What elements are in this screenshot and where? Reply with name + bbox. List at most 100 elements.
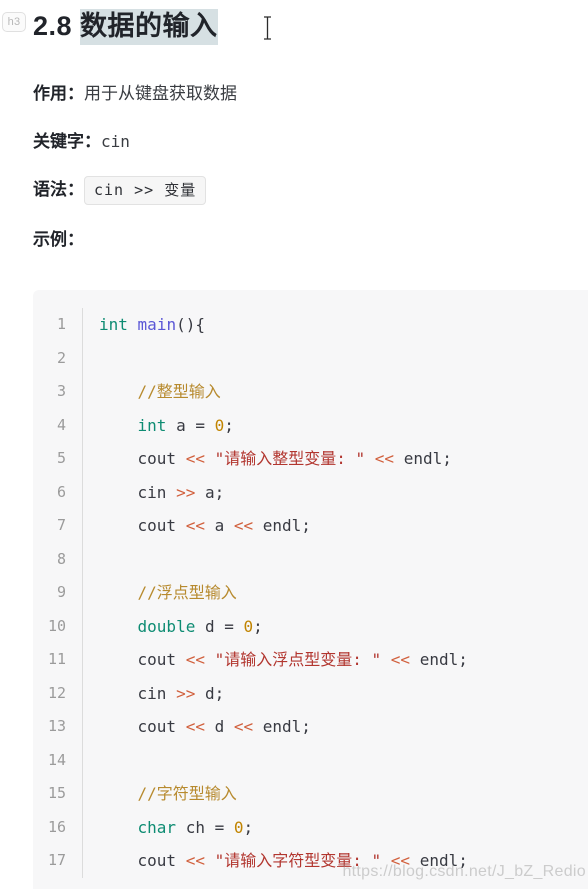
code-token: a xyxy=(204,516,234,535)
code-line-number: 5 xyxy=(56,449,66,467)
code-line: 3 //整型输入 xyxy=(33,375,588,409)
code-line-number: 10 xyxy=(47,616,66,635)
code-lines-container: 1 int main(){2 3 //整型输入 4 int a = 0; 5 cout… xyxy=(33,290,588,878)
paragraph-keyword-label: 关键字： xyxy=(33,132,101,151)
code-line-text[interactable]: //浮点型输入 xyxy=(82,576,588,610)
code-token: cout xyxy=(99,851,186,870)
code-token: endl; xyxy=(410,851,468,870)
code-line-number: 11 xyxy=(47,650,66,668)
code-block[interactable]: 1 int main(){2 3 //整型输入 4 int a = 0; 5 cout… xyxy=(33,290,588,889)
code-line: 5 cout << "请输入整型变量: " << endl; xyxy=(33,442,588,476)
code-token: 0 xyxy=(214,415,225,435)
code-token: //字符型输入 xyxy=(137,784,237,803)
code-token: ; xyxy=(253,616,263,636)
paragraph-purpose-value: 用于从键盘获取数据 xyxy=(84,84,237,103)
code-token: cout xyxy=(99,516,186,535)
page-title-number: 2.8 xyxy=(33,11,81,41)
code-line-text[interactable]: double d = 0; xyxy=(82,609,588,643)
code-line-text[interactable]: cout << "请输入整型变量: " << endl; xyxy=(82,442,588,476)
code-line: 15 //字符型输入 xyxy=(33,777,588,811)
code-token: d xyxy=(204,717,234,736)
code-line-text[interactable] xyxy=(82,743,588,777)
code-line: 17 cout << "请输入字符型变量: " << endl; xyxy=(33,844,588,878)
paragraph-syntax: 语法： cin >> 变量 xyxy=(0,170,588,210)
code-line-text[interactable]: cin >> d; xyxy=(82,676,588,710)
code-token: << xyxy=(390,851,411,870)
code-line-text[interactable]: cout << "请输入字符型变量: " << endl; xyxy=(82,844,588,878)
code-line-number: 15 xyxy=(47,784,66,802)
code-line-number: 6 xyxy=(56,482,66,501)
code-token: << xyxy=(374,449,395,468)
code-token: << xyxy=(185,851,205,870)
code-line-text[interactable]: char ch = 0; xyxy=(82,810,588,844)
code-line-text[interactable]: int main(){ xyxy=(82,308,588,342)
code-token: d; xyxy=(195,683,225,703)
code-line-text[interactable]: //字符型输入 xyxy=(82,777,588,811)
code-line-number: 17 xyxy=(47,851,66,869)
code-line: 8 xyxy=(33,542,588,576)
code-token: char xyxy=(137,817,177,837)
code-line-number: 16 xyxy=(47,817,66,836)
code-line-text[interactable] xyxy=(82,542,588,576)
code-token: int xyxy=(99,315,128,334)
code-line-text[interactable]: cout << d << endl; xyxy=(82,710,588,744)
code-line: 2 xyxy=(33,341,588,375)
inline-code-syntax[interactable]: cin >> 变量 xyxy=(84,176,207,206)
code-line-number: 3 xyxy=(56,382,66,400)
code-token: ; xyxy=(243,817,254,837)
code-token: 0 xyxy=(233,817,244,837)
code-line: 16 char ch = 0; xyxy=(33,810,588,844)
code-line-text[interactable]: //整型输入 xyxy=(82,375,588,409)
heading-level-badge: h3 xyxy=(2,12,26,32)
code-token: << xyxy=(185,717,205,736)
code-token: cout xyxy=(99,449,186,468)
code-token: << xyxy=(233,717,254,736)
code-token: d = xyxy=(195,616,244,636)
code-token: "请输入浮点型变量: " xyxy=(214,650,382,669)
code-line-number: 14 xyxy=(47,750,66,769)
code-line-number: 4 xyxy=(56,415,66,434)
code-line-text[interactable] xyxy=(82,341,588,375)
code-line-number: 12 xyxy=(47,683,66,702)
code-line-number: 13 xyxy=(47,717,66,735)
code-token: endl; xyxy=(253,717,311,736)
paragraph-syntax-label: 语法： xyxy=(33,180,84,199)
text-cursor-icon xyxy=(262,16,273,40)
code-line-number: 9 xyxy=(56,583,66,601)
code-line-text[interactable]: cin >> a; xyxy=(82,475,588,509)
code-line: 1 int main(){ xyxy=(33,308,588,342)
paragraph-example-label: 示例： xyxy=(33,230,84,249)
code-line: 4 int a = 0; xyxy=(33,408,588,442)
code-token: >> xyxy=(176,683,196,703)
code-line-text[interactable]: int a = 0; xyxy=(82,408,588,442)
code-token: int xyxy=(137,415,167,435)
code-line-number: 8 xyxy=(56,549,66,568)
code-token: (){ xyxy=(176,315,205,334)
code-token: //浮点型输入 xyxy=(137,583,237,602)
code-line-text[interactable]: cout << a << endl; xyxy=(82,509,588,543)
code-token: cin xyxy=(99,482,177,502)
code-line: 14 xyxy=(33,743,588,777)
code-token: endl; xyxy=(394,449,452,468)
code-token: a; xyxy=(195,482,225,502)
paragraph-purpose-label: 作用： xyxy=(33,84,84,103)
page-title-selected-text[interactable]: 数据的输入 xyxy=(80,9,218,45)
code-line: 9 //浮点型输入 xyxy=(33,576,588,610)
code-line-text[interactable]: cout << "请输入浮点型变量: " << endl; xyxy=(82,643,588,677)
code-token: << xyxy=(390,650,411,669)
code-token: endl; xyxy=(253,516,311,535)
code-token: << xyxy=(233,516,254,535)
code-token: a = xyxy=(166,415,215,435)
code-line-number: 1 xyxy=(56,315,66,333)
code-token: << xyxy=(185,449,205,468)
code-token: 0 xyxy=(243,616,254,636)
code-token: >> xyxy=(176,482,196,502)
